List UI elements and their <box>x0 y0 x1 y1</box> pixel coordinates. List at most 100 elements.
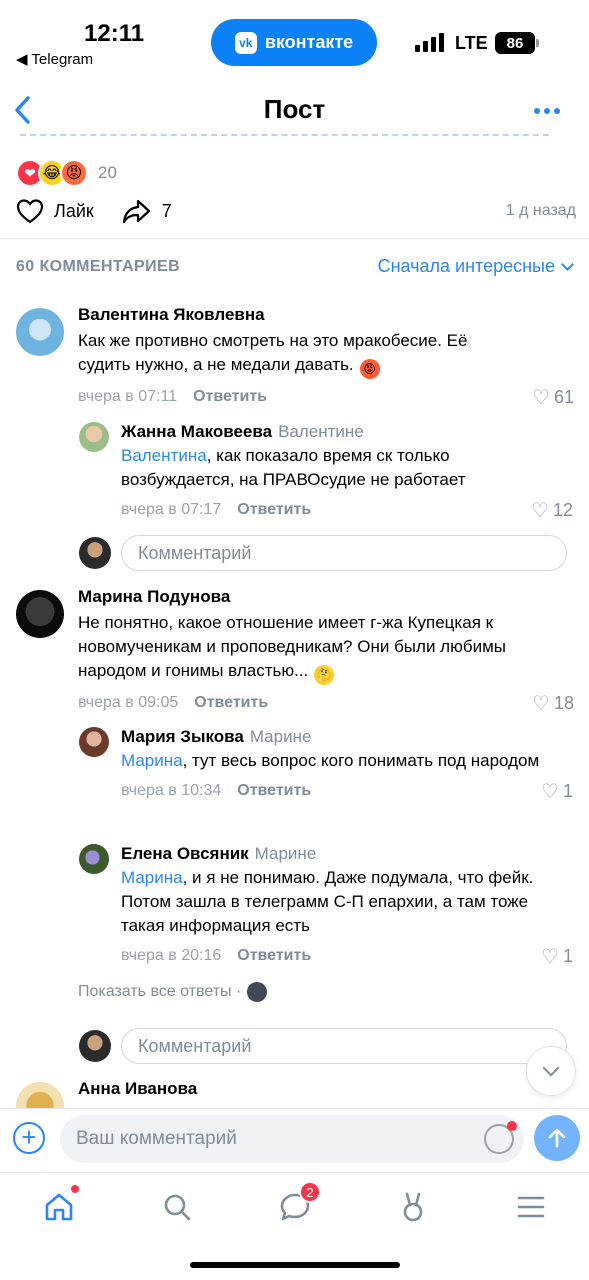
back-to-telegram[interactable]: ◀ Telegram <box>16 50 93 68</box>
comment-time: вчера в 09:05 <box>78 694 179 711</box>
heart-outline-icon: ♡ <box>541 946 559 968</box>
show-all-replies-button[interactable]: Показать все ответы · <box>78 982 268 1002</box>
tab-search[interactable] <box>157 1187 197 1227</box>
comment-meta: вчера в 07:17 Ответить ♡ 12 <box>121 498 573 522</box>
comment-meta: вчера в 07:11 Ответить ♡ 61 <box>78 385 574 409</box>
share-button[interactable]: 7 <box>122 198 172 224</box>
comment-input[interactable]: Комментарий <box>121 535 567 571</box>
comments-header: 60 КОММЕНТАРИЕВ Сначала интересные <box>16 256 574 277</box>
home-icon <box>45 1193 73 1221</box>
add-attachment-icon[interactable]: + <box>13 1122 45 1154</box>
my-avatar <box>79 537 111 569</box>
like-button[interactable]: Лайк <box>16 198 94 224</box>
comment-time: вчера в 07:11 <box>78 388 178 405</box>
reply-comment: Жанна Маковеева Валентине Валентина, как … <box>121 422 573 522</box>
comment-like-button[interactable]: ♡ 1 <box>541 779 573 804</box>
chevron-down-icon <box>561 257 574 271</box>
tab-home[interactable] <box>39 1185 79 1227</box>
comment-like-button[interactable]: ♡ 61 <box>532 385 574 410</box>
mention-link[interactable]: Валентина <box>121 446 207 465</box>
clipped-post-text <box>0 134 589 146</box>
thinking-emoji-icon: 🤔 <box>314 665 335 685</box>
post-actions: Лайк 7 1 д назад <box>16 196 576 226</box>
emoji-picker-icon[interactable] <box>484 1121 517 1154</box>
messages-badge: 2 <box>299 1181 321 1203</box>
reactions-count: 20 <box>98 163 117 182</box>
like-count: 61 <box>553 387 574 407</box>
avatar[interactable] <box>79 727 109 757</box>
page-title: Пост <box>263 94 326 124</box>
sort-dropdown[interactable]: Сначала интересные <box>377 256 574 277</box>
comment-like-button[interactable]: ♡ 18 <box>532 691 574 716</box>
reply-button[interactable]: Ответить <box>237 501 311 519</box>
mention-link[interactable]: Марина <box>121 868 183 887</box>
share-count: 7 <box>161 200 172 221</box>
signal-icon <box>415 33 444 52</box>
reply-button[interactable]: Ответить <box>237 947 311 965</box>
replier-avatar <box>247 982 268 1002</box>
reply-input-row: Комментарий <box>79 535 567 571</box>
vk-app-pill[interactable]: vk вконтакте <box>211 19 377 66</box>
comment-meta: вчера в 10:34 Ответить ♡ 1 <box>121 779 573 803</box>
comment-like-button[interactable]: ♡ 12 <box>531 498 573 523</box>
heart-outline-icon: ♡ <box>531 500 549 522</box>
comment-text: Валентина, как показало время ск только … <box>121 446 466 489</box>
heart-outline-icon <box>16 199 44 224</box>
hamburger-menu-icon <box>517 1196 545 1218</box>
post-time: 1 д назад <box>505 202 576 219</box>
arrow-up-icon <box>548 1128 566 1148</box>
comment-author[interactable]: Валентина Яковлевна <box>78 305 574 325</box>
mention-link[interactable]: Марина <box>121 751 183 770</box>
reactions-summary[interactable]: ❤ 😂 😡 20 <box>16 158 117 188</box>
reply-button[interactable]: Ответить <box>194 694 268 712</box>
composer-input[interactable]: Ваш комментарий <box>60 1115 524 1163</box>
comment-like-button[interactable]: ♡ 1 <box>541 944 573 969</box>
comment-author[interactable]: Жанна Маковеева Валентине <box>121 422 573 442</box>
angry-reaction-icon: 😡 <box>60 159 88 187</box>
avatar[interactable] <box>16 308 64 356</box>
avatar[interactable] <box>16 1082 64 1108</box>
vk-logo-icon: vk <box>234 31 257 54</box>
comment-author[interactable]: Марина Подунова <box>78 587 574 607</box>
divider <box>0 238 589 239</box>
comment-meta: вчера в 09:05 Ответить ♡ 18 <box>78 691 574 715</box>
show-all-label: Показать все ответы · <box>78 983 242 1000</box>
tab-clips[interactable] <box>393 1187 433 1227</box>
like-count: 18 <box>553 693 574 713</box>
share-icon <box>122 199 150 224</box>
avatar[interactable] <box>79 844 109 874</box>
scroll-down-button[interactable] <box>526 1046 576 1096</box>
heart-outline-icon: ♡ <box>541 781 559 803</box>
comment: Валентина Яковлевна Как же противно смот… <box>78 305 574 409</box>
comment-time: вчера в 10:34 <box>121 782 222 799</box>
like-count: 12 <box>552 500 573 520</box>
comment-time: вчера в 20:16 <box>121 947 222 964</box>
comment-time: вчера в 07:17 <box>121 501 222 518</box>
composer-placeholder: Ваш комментарий <box>76 1128 237 1149</box>
sort-label: Сначала интересные <box>377 256 555 276</box>
like-count: 1 <box>562 946 573 966</box>
comment-author[interactable]: Мария Зыкова Марине <box>121 727 573 747</box>
send-button[interactable] <box>534 1115 580 1161</box>
reply-button[interactable]: Ответить <box>237 782 311 800</box>
comment-meta: вчера в 20:16 Ответить ♡ 1 <box>121 944 573 968</box>
angry-emoji-icon: 😡 <box>359 359 380 379</box>
avatar[interactable] <box>16 590 64 638</box>
my-avatar <box>79 1030 111 1062</box>
tab-messages[interactable]: 2 <box>275 1181 321 1227</box>
avatar[interactable] <box>79 422 109 452</box>
status-bar: 12:11 ◀ Telegram vk вконтакте LTE 86 <box>0 0 589 80</box>
reply-comment: Мария Зыкова Марине Марина, тут весь вопр… <box>121 727 573 803</box>
home-badge <box>71 1185 79 1193</box>
comment-text: Марина, тут весь вопрос кого понимать по… <box>121 751 540 770</box>
heart-outline-icon: ♡ <box>532 387 550 409</box>
comment-author[interactable]: Анна Иванова <box>78 1079 574 1099</box>
like-count: 1 <box>562 781 573 801</box>
comment-composer: + Ваш комментарий <box>0 1108 589 1172</box>
comment-input[interactable]: Комментарий <box>121 1028 567 1064</box>
home-indicator <box>190 1262 400 1268</box>
tab-menu[interactable] <box>511 1187 551 1227</box>
more-icon[interactable] <box>534 108 560 114</box>
comment-author[interactable]: Елена Овсяник Марине <box>121 844 573 864</box>
reply-button[interactable]: Ответить <box>193 388 267 406</box>
